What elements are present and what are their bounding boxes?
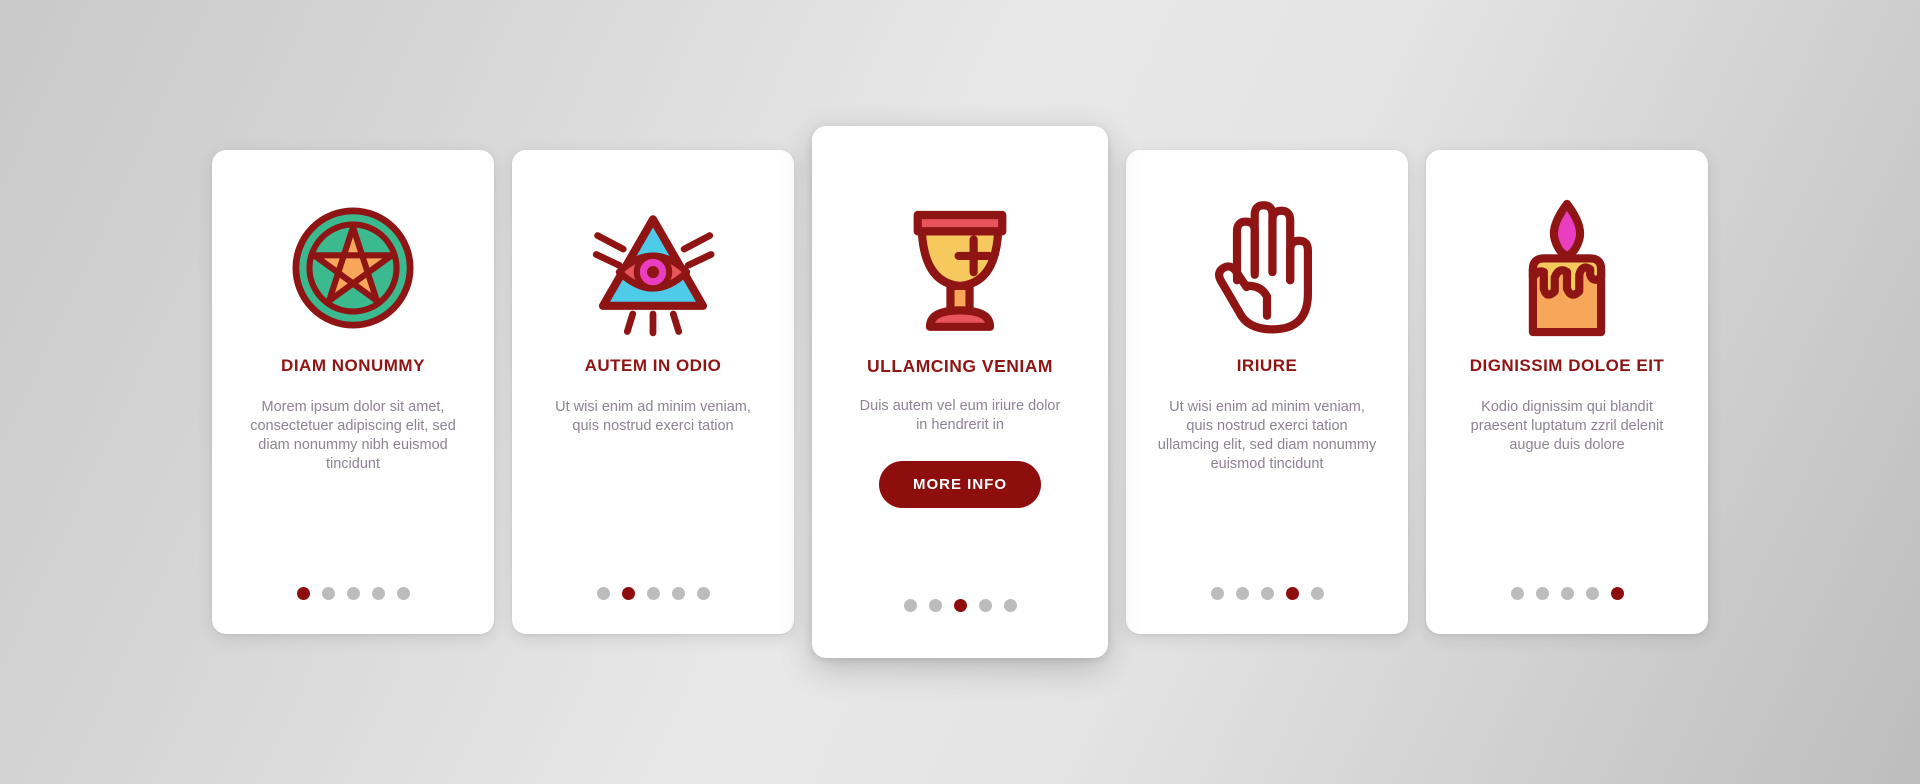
pagination-dots[interactable] — [512, 587, 794, 600]
dot-4[interactable] — [371, 587, 385, 600]
card-body: Ut wisi enim ad minim veniam, quis nostr… — [1157, 399, 1377, 472]
pagination-dots[interactable] — [1126, 587, 1408, 600]
dot-3[interactable] — [646, 587, 660, 600]
dot-2[interactable] — [1535, 587, 1549, 600]
all-seeing-eye-icon — [530, 184, 776, 352]
card-hand[interactable]: IRIURE Ut wisi enim ad minim veniam, qui… — [1126, 150, 1408, 634]
dot-4[interactable] — [978, 599, 992, 612]
card-pentagram[interactable]: DIAM NONUMMY Morem ipsum dolor sit amet,… — [212, 150, 494, 634]
card-all-seeing-eye[interactable]: AUTEM IN ODIO Ut wisi enim ad minim veni… — [512, 150, 794, 634]
card-title: DIGNISSIM DOLOE EIT — [1469, 356, 1665, 375]
dot-4[interactable] — [1285, 587, 1299, 600]
onboarding-card-row: DIAM NONUMMY Morem ipsum dolor sit amet,… — [0, 0, 1920, 784]
card-chalice[interactable]: ULLAMCING VENIAM Duis autem vel eum iriu… — [812, 126, 1108, 658]
dot-5[interactable] — [1310, 587, 1324, 600]
card-body: Kodio dignissim qui blandit praesent lup… — [1470, 399, 1664, 453]
dot-1[interactable] — [296, 587, 310, 600]
more-info-button[interactable]: MORE INFO — [879, 460, 1041, 508]
card-body: Morem ipsum dolor sit amet, consectetuer… — [250, 399, 456, 472]
card-title: DIAM NONUMMY — [281, 356, 425, 375]
card-title: AUTEM IN ODIO — [584, 356, 722, 375]
card-body: Ut wisi enim ad minim veniam, quis nostr… — [555, 399, 751, 434]
pentagram-icon — [230, 184, 476, 352]
dot-1[interactable] — [596, 587, 610, 600]
dot-2[interactable] — [621, 587, 635, 600]
card-title: ULLAMCING VENIAM — [867, 356, 1053, 376]
dot-1[interactable] — [903, 599, 917, 612]
dot-5[interactable] — [1610, 587, 1624, 600]
card-candle[interactable]: DIGNISSIM DOLOE EIT Kodio dignissim qui … — [1426, 150, 1708, 634]
dot-3[interactable] — [346, 587, 360, 600]
pagination-dots[interactable] — [812, 599, 1108, 612]
pagination-dots[interactable] — [1426, 587, 1708, 600]
hand-palm-icon — [1144, 184, 1390, 352]
pagination-dots[interactable] — [212, 587, 494, 600]
dot-5[interactable] — [396, 587, 410, 600]
dot-2[interactable] — [928, 599, 942, 612]
dot-3[interactable] — [1260, 587, 1274, 600]
candle-icon — [1444, 184, 1690, 352]
dot-3[interactable] — [953, 599, 967, 612]
dot-1[interactable] — [1210, 587, 1224, 600]
dot-1[interactable] — [1510, 587, 1524, 600]
dot-4[interactable] — [671, 587, 685, 600]
card-body: Duis autem vel eum iriure dolor in hendr… — [859, 398, 1061, 433]
dot-2[interactable] — [321, 587, 335, 600]
dot-5[interactable] — [696, 587, 710, 600]
card-title: IRIURE — [1236, 356, 1298, 375]
chalice-icon — [830, 168, 1090, 352]
dot-3[interactable] — [1560, 587, 1574, 600]
dot-2[interactable] — [1235, 587, 1249, 600]
dot-5[interactable] — [1003, 599, 1017, 612]
dot-4[interactable] — [1585, 587, 1599, 600]
